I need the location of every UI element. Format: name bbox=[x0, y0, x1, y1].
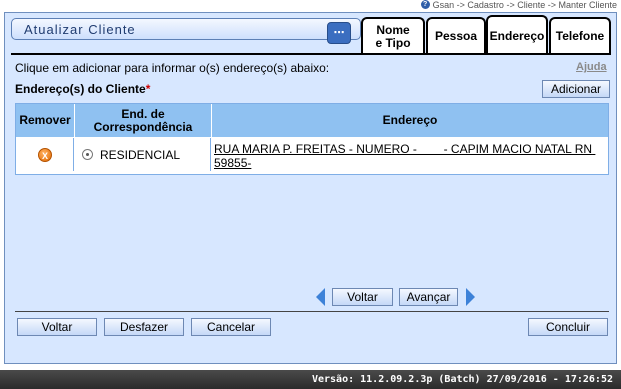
breadcrumb: ? Gsan -> Cadastro -> Cliente -> Manter C… bbox=[0, 0, 621, 10]
finish-button[interactable]: Concluir bbox=[528, 318, 608, 336]
nav-back-button[interactable]: Voltar bbox=[332, 288, 393, 306]
page-title: Atualizar Cliente bbox=[24, 22, 136, 37]
arrow-right-icon[interactable] bbox=[466, 288, 475, 306]
section-label-text: Endereço(s) do Cliente bbox=[15, 82, 146, 96]
tab-pessoa[interactable]: Pessoa bbox=[426, 17, 486, 54]
tab-nome-line2: e Tipo bbox=[375, 35, 411, 50]
instruction-text: Clique em adicionar para informar o(s) e… bbox=[15, 61, 330, 75]
correspondence-label: RESIDENCIAL bbox=[100, 148, 181, 162]
required-mark: * bbox=[145, 82, 151, 96]
divider bbox=[15, 311, 609, 312]
table-row: X RESIDENCIAL RUA MARIA P. FREITAS - NUM… bbox=[16, 138, 608, 171]
tab-endereco[interactable]: Endereço bbox=[486, 15, 548, 55]
help-link[interactable]: Ajuda bbox=[576, 61, 607, 73]
info-icon: ? bbox=[420, 0, 430, 9]
header-correspondence: End. de Correspondência bbox=[74, 104, 211, 137]
chat-icon[interactable]: ⋯ bbox=[327, 22, 351, 44]
tab-divider bbox=[11, 53, 611, 55]
header-correspondence-line1: End. de bbox=[121, 106, 165, 121]
header-correspondence-line2: Correspondência bbox=[93, 119, 193, 134]
cancel-button[interactable]: Cancelar bbox=[191, 318, 271, 336]
undo-button[interactable]: Desfazer bbox=[104, 318, 184, 336]
header-remove: Remover bbox=[19, 113, 71, 127]
tab-endereco-label: Endereço bbox=[489, 28, 545, 43]
cell-remove: X bbox=[16, 138, 74, 171]
main-panel: Atualizar Cliente ⋯ Nome e Tipo Pessoa En… bbox=[4, 12, 617, 364]
back-button[interactable]: Voltar bbox=[17, 318, 97, 336]
tab-nome-e-tipo[interactable]: Nome e Tipo bbox=[361, 17, 425, 54]
tab-nome-line1: Nome bbox=[376, 22, 410, 37]
address-link[interactable]: RUA MARIA P. FREITAS - NUMERO - - CAPIM … bbox=[214, 142, 604, 170]
table-header: Remover End. de Correspondência Endereço bbox=[16, 104, 608, 137]
breadcrumb-text: Gsan -> Cadastro -> Cliente -> Manter Cl… bbox=[432, 0, 617, 10]
remove-icon[interactable]: X bbox=[38, 148, 52, 162]
header-address: Endereço bbox=[211, 104, 608, 137]
address-table: Remover End. de Correspondência Endereço … bbox=[15, 103, 609, 175]
cell-correspondence: RESIDENCIAL bbox=[74, 138, 211, 171]
tab-telefone[interactable]: Telefone bbox=[549, 17, 611, 54]
section-label: Endereço(s) do Cliente* bbox=[15, 82, 150, 96]
title-bar: Atualizar Cliente bbox=[11, 18, 361, 40]
add-button[interactable]: Adicionar bbox=[542, 80, 610, 98]
tab-pessoa-label: Pessoa bbox=[434, 29, 478, 43]
arrow-left-icon[interactable] bbox=[316, 288, 325, 306]
nav-forward-button[interactable]: Avançar bbox=[399, 288, 458, 306]
tab-telefone-label: Telefone bbox=[555, 29, 605, 43]
version-bar: Versão: 11.2.09.2.3p (Batch) 27/09/2016 … bbox=[0, 370, 621, 389]
cell-address: RUA MARIA P. FREITAS - NUMERO - - CAPIM … bbox=[211, 138, 608, 171]
correspondence-radio[interactable] bbox=[82, 149, 93, 160]
